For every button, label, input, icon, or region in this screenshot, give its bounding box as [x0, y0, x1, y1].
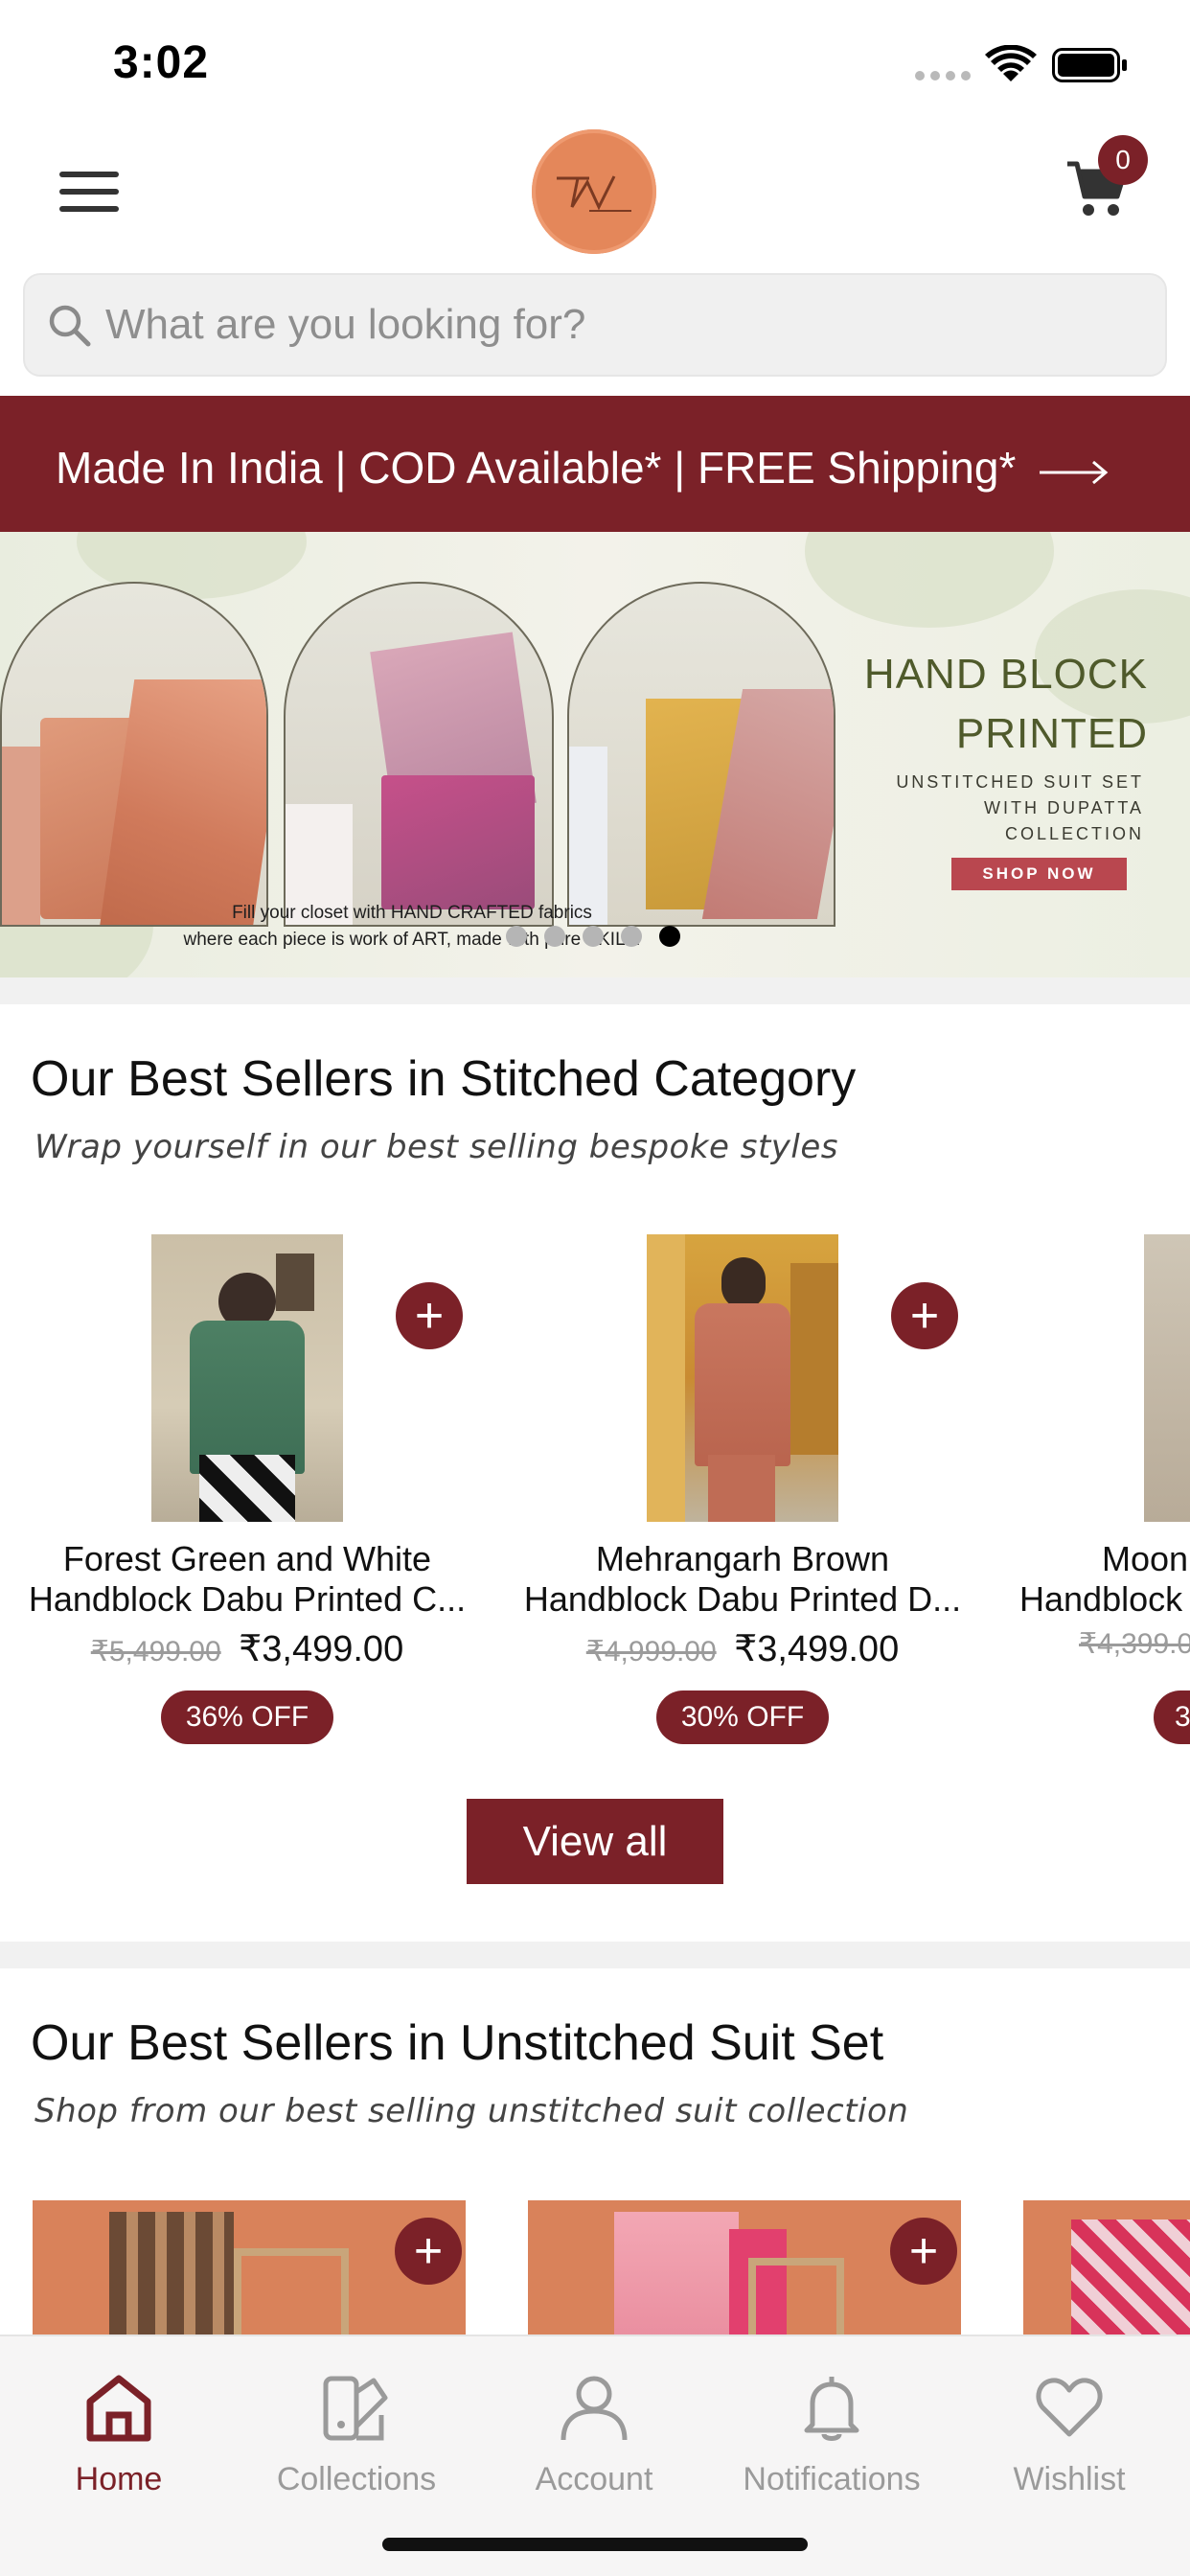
add-to-cart-button[interactable]: +: [396, 1282, 463, 1349]
nav-label: Wishlist: [1013, 2461, 1126, 2497]
search-icon: [49, 305, 91, 347]
banner-title-line: PRINTED: [955, 710, 1148, 757]
product-name[interactable]: Mehrangarh Brown Handblock Dabu Printed …: [495, 1539, 990, 1620]
carousel-dot[interactable]: [544, 926, 565, 947]
collections-icon: [323, 2376, 388, 2441]
carousel-dot[interactable]: [583, 926, 604, 947]
status-time: 3:02: [113, 37, 210, 88]
stitched-section-subtitle: Wrap yourself in our best selling bespok…: [34, 1128, 838, 1166]
unstitched-section-title: Our Best Sellers in Unstitched Suit Set: [31, 2015, 884, 2071]
banner-title-line: HAND BLOCK: [863, 651, 1148, 698]
product-image: [109, 2212, 234, 2334]
product-image: [1071, 2220, 1190, 2334]
search-bar[interactable]: [23, 273, 1167, 377]
banner-subtitle: UNSTITCHED SUIT SET WITH DUPATTA COLLECT…: [818, 770, 1144, 847]
nav-item-wishlist[interactable]: Wishlist: [950, 2356, 1188, 2499]
battery-icon: [1052, 48, 1127, 82]
unstitched-product-card-clipped[interactable]: [1023, 2200, 1190, 2334]
logo-mark-icon: [557, 175, 631, 212]
home-icon: [86, 2375, 151, 2442]
discount-text: 3: [1175, 1701, 1190, 1733]
product-name-line: Forest Green and White: [62, 1539, 432, 1578]
banner-title: HAND BLOCK PRINTED: [822, 645, 1148, 764]
cellular-signal-icon: [915, 71, 971, 80]
nav-label: Account: [535, 2461, 653, 2497]
product-name[interactable]: Forest Green and White Handblock Dabu Pr…: [0, 1539, 494, 1620]
discount-badge: 36% OFF: [161, 1690, 333, 1744]
announcement-bar[interactable]: Made In India | COD Available* | FREE Sh…: [0, 396, 1190, 532]
product-name-line: Moon W: [1102, 1539, 1190, 1578]
section-divider: [0, 1942, 1190, 1968]
brand-logo[interactable]: [532, 129, 656, 254]
nav-label: Notifications: [743, 2461, 921, 2497]
original-price: ₹4,399.0: [1079, 1628, 1190, 1660]
price-row: ₹4,999.00 ₹3,499.00: [495, 1627, 990, 1670]
product-image: [614, 2212, 739, 2334]
banner-subtitle-line: UNSTITCHED SUIT SET: [896, 772, 1144, 792]
banner-product-image-3: [567, 582, 835, 927]
carousel-dot[interactable]: [506, 926, 527, 947]
sale-price: ₹3,499.00: [239, 1629, 404, 1669]
discount-badge: 30% OFF: [656, 1690, 829, 1744]
product-image[interactable]: [647, 1234, 838, 1522]
original-price: ₹4,999.00: [585, 1636, 717, 1668]
hamburger-menu-icon[interactable]: [59, 168, 119, 216]
product-card-clipped[interactable]: Moon W Handblock ₹4,399.0 3: [991, 1234, 1190, 1752]
banner-caption-line: Fill your closet with HAND CRAFTED fabri…: [232, 903, 592, 923]
bell-icon: [804, 2377, 859, 2441]
search-input[interactable]: [105, 275, 1140, 375]
unstitched-section-subtitle: Shop from our best selling unstitched su…: [34, 2092, 909, 2130]
product-name[interactable]: Moon W Handblock: [1019, 1539, 1190, 1620]
unstitched-product-card[interactable]: +: [528, 2200, 961, 2334]
nav-item-account[interactable]: Account: [475, 2356, 713, 2499]
product-image[interactable]: [151, 1234, 343, 1522]
nav-label: Collections: [276, 2461, 437, 2497]
heart-icon: [1036, 2378, 1103, 2437]
add-to-cart-button[interactable]: +: [890, 2218, 957, 2285]
status-bar: 3:02: [0, 0, 1190, 129]
account-icon: [561, 2376, 628, 2441]
app-header: 0: [0, 129, 1190, 273]
sale-price: ₹3,499.00: [734, 1629, 900, 1669]
product-name-line: Mehrangarh Brown: [595, 1539, 890, 1578]
view-all-button[interactable]: View all: [467, 1799, 723, 1884]
unstitched-product-card[interactable]: +: [33, 2200, 466, 2334]
stitched-section-title: Our Best Sellers in Stitched Category: [31, 1051, 857, 1107]
discount-badge: 3: [1154, 1690, 1190, 1744]
nav-label: Home: [75, 2461, 163, 2497]
product-image[interactable]: [1144, 1234, 1190, 1522]
banner-subtitle-line: WITH DUPATTA: [984, 798, 1144, 817]
wifi-icon: [985, 45, 1037, 81]
arrow-right-icon[interactable]: [1038, 458, 1109, 487]
cart-count-badge: 0: [1098, 135, 1148, 185]
carousel-dot-active[interactable]: [659, 926, 680, 947]
carousel-dot[interactable]: [621, 926, 642, 947]
product-name-line: Handblock Dabu Printed D...: [523, 1579, 962, 1619]
hero-banner[interactable]: HAND BLOCK PRINTED UNSTITCHED SUIT SET W…: [0, 532, 1190, 978]
banner-subtitle-line: COLLECTION: [1004, 824, 1144, 843]
product-name-line: Handblock: [1019, 1579, 1183, 1619]
announcement-text: Made In India | COD Available* | FREE Sh…: [56, 443, 1017, 493]
product-name-line: Handblock Dabu Printed C...: [28, 1579, 467, 1619]
section-divider: [0, 978, 1190, 1004]
carousel-indicator: [506, 926, 680, 947]
add-to-cart-button[interactable]: +: [395, 2218, 462, 2285]
banner-product-image-2: [284, 582, 554, 927]
nav-item-notifications[interactable]: Notifications: [713, 2356, 950, 2499]
home-indicator[interactable]: [382, 2538, 808, 2551]
price-row: ₹5,499.00 ₹3,499.00: [0, 1627, 494, 1670]
banner-shop-now-button[interactable]: SHOP NOW: [951, 858, 1127, 890]
original-price: ₹5,499.00: [90, 1636, 221, 1668]
banner-product-image-1: [0, 582, 268, 927]
add-to-cart-button[interactable]: +: [891, 1282, 958, 1349]
nav-item-home[interactable]: Home: [0, 2356, 238, 2499]
nav-item-collections[interactable]: Collections: [238, 2356, 475, 2499]
